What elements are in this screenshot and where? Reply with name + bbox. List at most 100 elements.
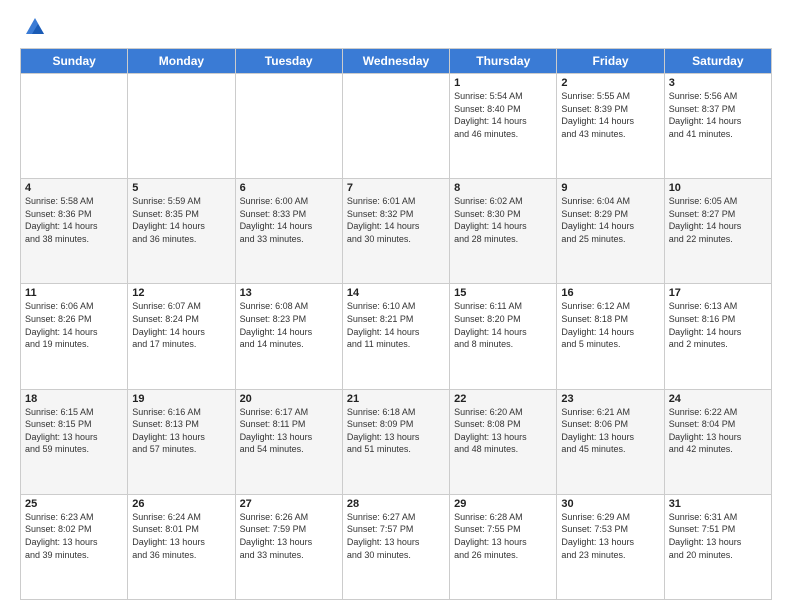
- day-number: 4: [25, 182, 123, 194]
- day-info: Sunrise: 6:21 AM Sunset: 8:06 PM Dayligh…: [561, 406, 659, 456]
- day-info: Sunrise: 6:11 AM Sunset: 8:20 PM Dayligh…: [454, 300, 552, 350]
- day-number: 7: [347, 182, 445, 194]
- day-number: 14: [347, 287, 445, 299]
- day-info: Sunrise: 5:59 AM Sunset: 8:35 PM Dayligh…: [132, 195, 230, 245]
- day-info: Sunrise: 6:15 AM Sunset: 8:15 PM Dayligh…: [25, 406, 123, 456]
- day-number: 6: [240, 182, 338, 194]
- day-info: Sunrise: 6:17 AM Sunset: 8:11 PM Dayligh…: [240, 406, 338, 456]
- calendar-cell: 8Sunrise: 6:02 AM Sunset: 8:30 PM Daylig…: [450, 179, 557, 284]
- calendar-cell: 5Sunrise: 5:59 AM Sunset: 8:35 PM Daylig…: [128, 179, 235, 284]
- calendar-cell: 21Sunrise: 6:18 AM Sunset: 8:09 PM Dayli…: [342, 389, 449, 494]
- calendar-cell: 14Sunrise: 6:10 AM Sunset: 8:21 PM Dayli…: [342, 284, 449, 389]
- day-info: Sunrise: 6:10 AM Sunset: 8:21 PM Dayligh…: [347, 300, 445, 350]
- day-number: 13: [240, 287, 338, 299]
- day-header-thursday: Thursday: [450, 49, 557, 74]
- day-number: 9: [561, 182, 659, 194]
- calendar-cell: 28Sunrise: 6:27 AM Sunset: 7:57 PM Dayli…: [342, 494, 449, 599]
- calendar-cell: 27Sunrise: 6:26 AM Sunset: 7:59 PM Dayli…: [235, 494, 342, 599]
- day-info: Sunrise: 6:05 AM Sunset: 8:27 PM Dayligh…: [669, 195, 767, 245]
- day-header-friday: Friday: [557, 49, 664, 74]
- day-info: Sunrise: 6:26 AM Sunset: 7:59 PM Dayligh…: [240, 511, 338, 561]
- logo-icon: [24, 16, 46, 38]
- calendar-cell: 20Sunrise: 6:17 AM Sunset: 8:11 PM Dayli…: [235, 389, 342, 494]
- day-header-monday: Monday: [128, 49, 235, 74]
- day-header-saturday: Saturday: [664, 49, 771, 74]
- day-number: 28: [347, 498, 445, 510]
- day-info: Sunrise: 6:07 AM Sunset: 8:24 PM Dayligh…: [132, 300, 230, 350]
- calendar-cell: [342, 74, 449, 179]
- logo-area: [20, 16, 48, 38]
- day-header-sunday: Sunday: [21, 49, 128, 74]
- calendar-cell: 2Sunrise: 5:55 AM Sunset: 8:39 PM Daylig…: [557, 74, 664, 179]
- day-number: 16: [561, 287, 659, 299]
- day-number: 1: [454, 77, 552, 89]
- week-row-2: 4Sunrise: 5:58 AM Sunset: 8:36 PM Daylig…: [21, 179, 772, 284]
- day-info: Sunrise: 6:29 AM Sunset: 7:53 PM Dayligh…: [561, 511, 659, 561]
- day-info: Sunrise: 6:00 AM Sunset: 8:33 PM Dayligh…: [240, 195, 338, 245]
- calendar-cell: 31Sunrise: 6:31 AM Sunset: 7:51 PM Dayli…: [664, 494, 771, 599]
- page: SundayMondayTuesdayWednesdayThursdayFrid…: [0, 0, 792, 612]
- day-number: 8: [454, 182, 552, 194]
- day-info: Sunrise: 6:01 AM Sunset: 8:32 PM Dayligh…: [347, 195, 445, 245]
- day-number: 15: [454, 287, 552, 299]
- day-info: Sunrise: 6:23 AM Sunset: 8:02 PM Dayligh…: [25, 511, 123, 561]
- calendar-cell: 11Sunrise: 6:06 AM Sunset: 8:26 PM Dayli…: [21, 284, 128, 389]
- calendar-cell: 12Sunrise: 6:07 AM Sunset: 8:24 PM Dayli…: [128, 284, 235, 389]
- day-number: 21: [347, 393, 445, 405]
- header: [20, 16, 772, 38]
- calendar-cell: 18Sunrise: 6:15 AM Sunset: 8:15 PM Dayli…: [21, 389, 128, 494]
- day-info: Sunrise: 5:58 AM Sunset: 8:36 PM Dayligh…: [25, 195, 123, 245]
- day-number: 2: [561, 77, 659, 89]
- calendar-cell: 22Sunrise: 6:20 AM Sunset: 8:08 PM Dayli…: [450, 389, 557, 494]
- day-number: 18: [25, 393, 123, 405]
- day-number: 24: [669, 393, 767, 405]
- day-info: Sunrise: 6:20 AM Sunset: 8:08 PM Dayligh…: [454, 406, 552, 456]
- day-number: 26: [132, 498, 230, 510]
- day-header-tuesday: Tuesday: [235, 49, 342, 74]
- day-info: Sunrise: 6:22 AM Sunset: 8:04 PM Dayligh…: [669, 406, 767, 456]
- calendar-cell: 30Sunrise: 6:29 AM Sunset: 7:53 PM Dayli…: [557, 494, 664, 599]
- day-number: 5: [132, 182, 230, 194]
- day-info: Sunrise: 6:13 AM Sunset: 8:16 PM Dayligh…: [669, 300, 767, 350]
- day-number: 11: [25, 287, 123, 299]
- calendar-cell: 13Sunrise: 6:08 AM Sunset: 8:23 PM Dayli…: [235, 284, 342, 389]
- day-number: 29: [454, 498, 552, 510]
- day-number: 3: [669, 77, 767, 89]
- day-info: Sunrise: 6:18 AM Sunset: 8:09 PM Dayligh…: [347, 406, 445, 456]
- calendar-cell: [21, 74, 128, 179]
- calendar-cell: 6Sunrise: 6:00 AM Sunset: 8:33 PM Daylig…: [235, 179, 342, 284]
- day-info: Sunrise: 6:02 AM Sunset: 8:30 PM Dayligh…: [454, 195, 552, 245]
- calendar-cell: [235, 74, 342, 179]
- week-row-1: 1Sunrise: 5:54 AM Sunset: 8:40 PM Daylig…: [21, 74, 772, 179]
- calendar-cell: 24Sunrise: 6:22 AM Sunset: 8:04 PM Dayli…: [664, 389, 771, 494]
- calendar-cell: 4Sunrise: 5:58 AM Sunset: 8:36 PM Daylig…: [21, 179, 128, 284]
- day-number: 10: [669, 182, 767, 194]
- calendar-cell: 3Sunrise: 5:56 AM Sunset: 8:37 PM Daylig…: [664, 74, 771, 179]
- days-header-row: SundayMondayTuesdayWednesdayThursdayFrid…: [21, 49, 772, 74]
- day-info: Sunrise: 6:24 AM Sunset: 8:01 PM Dayligh…: [132, 511, 230, 561]
- day-info: Sunrise: 5:56 AM Sunset: 8:37 PM Dayligh…: [669, 90, 767, 140]
- calendar-cell: 17Sunrise: 6:13 AM Sunset: 8:16 PM Dayli…: [664, 284, 771, 389]
- day-info: Sunrise: 6:28 AM Sunset: 7:55 PM Dayligh…: [454, 511, 552, 561]
- calendar-table: SundayMondayTuesdayWednesdayThursdayFrid…: [20, 48, 772, 600]
- day-number: 12: [132, 287, 230, 299]
- day-number: 31: [669, 498, 767, 510]
- day-info: Sunrise: 6:16 AM Sunset: 8:13 PM Dayligh…: [132, 406, 230, 456]
- calendar-cell: [128, 74, 235, 179]
- day-number: 25: [25, 498, 123, 510]
- calendar-cell: 19Sunrise: 6:16 AM Sunset: 8:13 PM Dayli…: [128, 389, 235, 494]
- calendar-cell: 29Sunrise: 6:28 AM Sunset: 7:55 PM Dayli…: [450, 494, 557, 599]
- week-row-5: 25Sunrise: 6:23 AM Sunset: 8:02 PM Dayli…: [21, 494, 772, 599]
- day-number: 23: [561, 393, 659, 405]
- calendar-cell: 10Sunrise: 6:05 AM Sunset: 8:27 PM Dayli…: [664, 179, 771, 284]
- logo: [20, 16, 48, 38]
- day-number: 27: [240, 498, 338, 510]
- day-info: Sunrise: 6:08 AM Sunset: 8:23 PM Dayligh…: [240, 300, 338, 350]
- calendar-cell: 9Sunrise: 6:04 AM Sunset: 8:29 PM Daylig…: [557, 179, 664, 284]
- day-info: Sunrise: 5:55 AM Sunset: 8:39 PM Dayligh…: [561, 90, 659, 140]
- day-header-wednesday: Wednesday: [342, 49, 449, 74]
- calendar-cell: 1Sunrise: 5:54 AM Sunset: 8:40 PM Daylig…: [450, 74, 557, 179]
- day-number: 20: [240, 393, 338, 405]
- day-info: Sunrise: 6:06 AM Sunset: 8:26 PM Dayligh…: [25, 300, 123, 350]
- day-info: Sunrise: 6:04 AM Sunset: 8:29 PM Dayligh…: [561, 195, 659, 245]
